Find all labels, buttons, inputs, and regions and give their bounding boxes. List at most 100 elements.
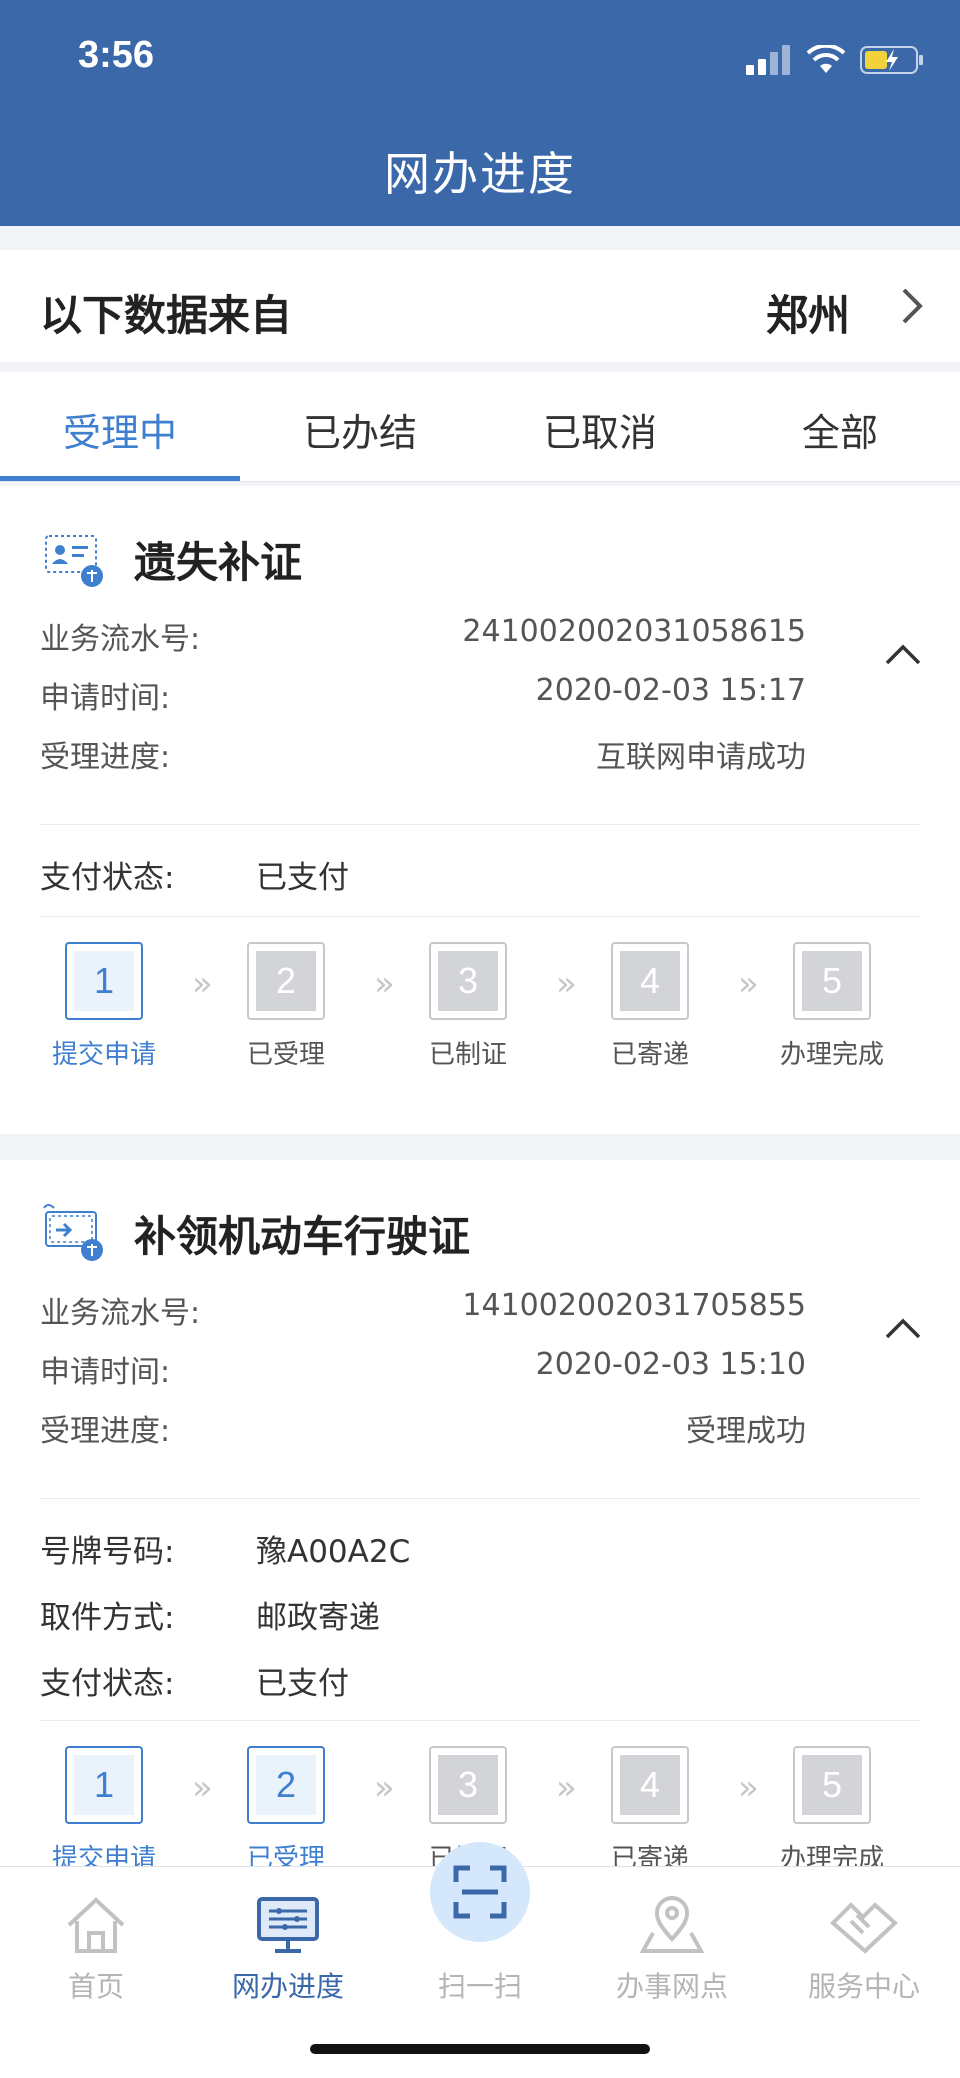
progress-value: 互联网申请成功 [596,740,806,775]
status-time: 3:56 [78,34,155,76]
plate-value: 豫A00A2C [256,1534,411,1570]
step-number: 2 [256,951,316,1011]
status-icons [746,40,924,80]
data-source-selector[interactable]: 以下数据来自 郑州 [0,250,960,362]
scan-icon [453,1865,507,1919]
progress-value: 受理成功 [686,1414,806,1449]
step-number: 4 [620,951,680,1011]
progress-steps: 1 提交申请 » 2 已受理 » 3 已制证 » 4 已寄递 » 5 办理完成 [40,942,920,1082]
divider [40,1498,920,1499]
serial-label: 业务流水号: [40,622,201,657]
step-number: 5 [802,1755,862,1815]
serial-value: 141002002031705855 [462,1288,806,1323]
step-separator: » [374,964,395,1004]
step-mailed: 4 已寄递 [580,942,720,1071]
tab-processing[interactable]: 受理中 [0,372,240,481]
handshake-icon [830,1902,898,1954]
page-title: 网办进度 [384,147,576,201]
map-pin-icon [639,1896,705,1953]
step-separator: » [556,964,577,1004]
chevron-right-icon [902,288,923,324]
pay-status-label: 支付状态: [40,860,175,896]
data-source-city: 郑州 [765,291,850,340]
tabbar-home[interactable]: 首页 [0,1883,192,2005]
wifi-icon [806,45,846,73]
card-header: 补领机动车行驶证 [40,1200,470,1266]
pay-status-label: 支付状态: [40,1666,175,1702]
step-submit: 1 提交申请 [34,1746,174,1875]
step-separator: » [192,964,213,1004]
apply-time-label: 申请时间: [40,681,171,716]
tabbar-label: 网办进度 [231,1970,344,2003]
divider [40,1720,920,1721]
step-number: 2 [256,1755,316,1815]
pay-status-row: 支付状态: 已支付 [40,1658,349,1702]
pay-status-row: 支付状态: 已支付 [40,852,349,896]
step-label: 已制证 [428,1040,507,1070]
tabbar-outlets[interactable]: 办事网点 [576,1883,768,2005]
card-title: 补领机动车行驶证 [134,1211,471,1261]
step-mailed: 4 已寄递 [580,1746,720,1875]
tabbar-label: 首页 [67,1970,124,2003]
apply-time-value: 2020-02-03 15:17 [535,673,806,708]
monitor-icon [257,1897,319,1953]
step-separator: » [192,1768,213,1808]
step-made: 3 已制证 [398,942,538,1071]
tabbar-label: 办事网点 [615,1970,728,2003]
step-submit: 1 提交申请 [34,942,174,1071]
apply-time-value: 2020-02-03 15:10 [535,1347,806,1382]
application-card: 补领机动车行驶证 业务流水号: 141002002031705855 申请时间:… [0,1160,960,1874]
pay-status-value: 已支付 [256,1666,349,1702]
step-accepted: 2 已受理 [216,1746,356,1875]
application-card: 遗失补证 业务流水号: 241002002031058615 申请时间: 202… [0,486,960,1134]
step-finished: 5 办理完成 [762,1746,902,1875]
home-icon [67,1897,125,1953]
step-number: 5 [802,951,862,1011]
battery-icon [860,46,923,74]
serial-value: 241002002031058615 [462,614,806,649]
app-header: 3:56 网办进度 [0,0,960,226]
status-tabs: 受理中 已办结 已取消 全部 [0,372,960,482]
step-finished: 5 办理完成 [762,942,902,1071]
tab-cancelled[interactable]: 已取消 [480,372,720,481]
step-separator: » [738,964,759,1004]
data-source-label: 以下数据来自 [40,291,293,340]
apply-time-label: 申请时间: [40,1355,171,1390]
pay-status-value: 已支付 [256,860,349,896]
tab-completed[interactable]: 已办结 [240,372,480,481]
apply-time-row: 申请时间: 2020-02-03 15:17 [40,673,806,716]
step-number: 1 [74,951,134,1011]
step-label: 办理完成 [779,1040,884,1070]
plate-label: 号牌号码: [40,1534,175,1570]
serial-row: 业务流水号: 241002002031058615 [40,614,806,657]
id-card-icon [45,535,103,587]
divider [40,916,920,917]
pickup-row: 取件方式: 邮政寄递 [40,1592,380,1636]
signal-icon [746,45,790,75]
pickup-value: 邮政寄递 [256,1600,380,1636]
vehicle-license-icon [43,1204,103,1261]
chevron-up-icon[interactable] [884,1316,922,1340]
tab-all[interactable]: 全部 [720,372,960,481]
step-number: 3 [438,1755,498,1815]
divider [40,824,920,825]
step-label: 已受理 [246,1040,325,1070]
step-separator: » [374,1768,395,1808]
step-number: 4 [620,1755,680,1815]
tabbar-service[interactable]: 服务中心 [768,1883,960,2005]
step-separator: » [738,1768,759,1808]
chevron-up-icon[interactable] [884,642,922,666]
progress-label: 受理进度: [40,740,171,775]
tabbar-progress[interactable]: 网办进度 [192,1883,384,2005]
scan-button[interactable] [430,1842,530,1942]
step-label: 已寄递 [610,1040,689,1070]
progress-row: 受理进度: 互联网申请成功 [40,732,806,775]
progress-row: 受理进度: 受理成功 [40,1406,806,1449]
tabbar-label: 服务中心 [807,1970,920,2003]
progress-label: 受理进度: [40,1414,171,1449]
tabbar-label: 扫一扫 [437,1970,522,2003]
plate-row: 号牌号码: 豫A00A2C [40,1526,411,1570]
step-number: 3 [438,951,498,1011]
home-indicator [310,2044,650,2054]
apply-time-row: 申请时间: 2020-02-03 15:10 [40,1347,806,1390]
